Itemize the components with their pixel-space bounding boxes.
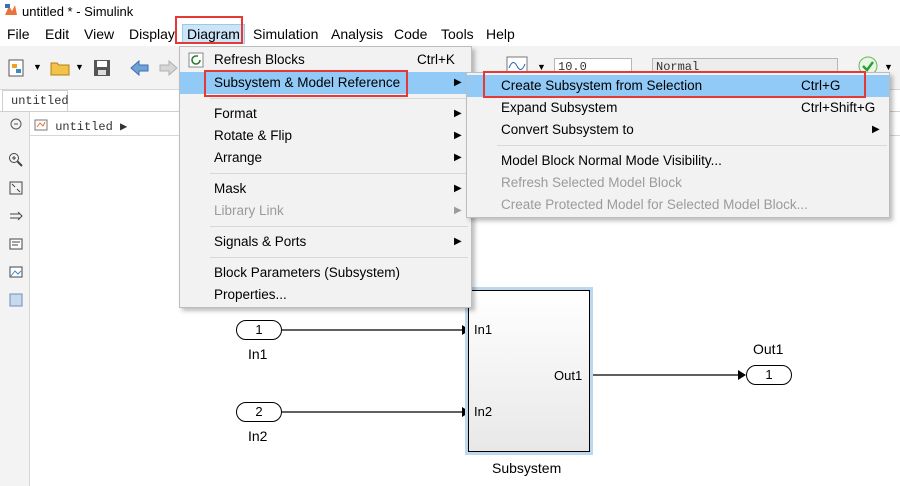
menu-item-mask[interactable]: Mask ▶	[180, 178, 471, 200]
outport-out1[interactable]: 1	[746, 365, 792, 385]
menu-item-refresh-model-block: Refresh Selected Model Block	[501, 175, 682, 190]
inport-in2[interactable]: 2	[236, 402, 282, 422]
menu-separator	[210, 257, 468, 258]
menu-separator	[210, 226, 468, 227]
submenu-arrow-icon: ▶	[872, 124, 880, 135]
scope-dropdown-icon[interactable]: ▼	[537, 62, 546, 72]
submenu-arrow-icon: ▶	[454, 108, 462, 119]
menu-display[interactable]: Display	[129, 26, 175, 42]
area-icon[interactable]	[8, 292, 24, 308]
save-icon[interactable]	[90, 56, 114, 80]
block-palette	[0, 112, 30, 486]
menu-code[interactable]: Code	[394, 26, 427, 42]
arrow-right-icon[interactable]	[8, 208, 24, 224]
menu-item-signals-ports[interactable]: Signals & Ports ▶	[180, 231, 471, 253]
subsystem-label: Subsystem	[492, 460, 562, 476]
menu-item-expand-subsystem[interactable]: Expand Subsystem Ctrl+Shift+G	[467, 97, 889, 119]
submenu-arrow-icon: ▶	[454, 205, 462, 216]
image-icon[interactable]	[8, 264, 24, 280]
subsystem-submenu: Create Subsystem from Selection Ctrl+G E…	[466, 72, 890, 218]
inport-in1[interactable]: 1	[236, 320, 282, 340]
submenu-arrow-icon: ▶	[454, 77, 462, 88]
subsystem-port-out1: Out1	[554, 368, 583, 383]
back-arrow-icon[interactable]	[128, 56, 152, 80]
menu-item-model-block-visibility[interactable]: Model Block Normal Mode Visibility...	[467, 150, 889, 172]
menu-item-create-subsystem[interactable]: Create Subsystem from Selection Ctrl+G	[467, 75, 889, 97]
menu-item-rotate-flip[interactable]: Rotate & Flip ▶	[180, 125, 471, 147]
check-dropdown-icon[interactable]: ▼	[884, 62, 893, 72]
breadcrumb-arrow-icon[interactable]: ▶	[120, 120, 127, 134]
annotation-icon[interactable]	[8, 236, 24, 252]
model-icon	[34, 119, 48, 131]
submenu-arrow-icon: ▶	[454, 183, 462, 194]
subsystem-port-in1: In1	[474, 322, 493, 337]
menu-item-format[interactable]: Format ▶	[180, 103, 471, 125]
breadcrumb-model[interactable]: untitled	[55, 120, 113, 134]
forward-arrow-icon[interactable]	[156, 56, 180, 80]
menu-separator	[497, 145, 887, 146]
menu-simulation[interactable]: Simulation	[253, 26, 318, 42]
simulink-logo-icon	[5, 4, 17, 15]
tab-untitled[interactable]: untitled	[2, 90, 69, 111]
open-folder-icon[interactable]	[48, 56, 72, 80]
menu-separator	[210, 98, 468, 99]
submenu-arrow-icon: ▶	[454, 130, 462, 141]
menu-tools[interactable]: Tools	[441, 26, 474, 42]
breadcrumb[interactable]: untitled ▶	[34, 116, 127, 134]
menu-analysis[interactable]: Analysis	[331, 26, 383, 42]
menu-help[interactable]: Help	[486, 26, 515, 42]
menu-item-create-protected-model: Create Protected Model for Selected Mode…	[501, 197, 808, 212]
submenu-arrow-icon: ▶	[454, 236, 462, 247]
window-title: untitled * - Simulink	[22, 4, 134, 19]
menu-item-library-link: Library Link ▶	[180, 200, 471, 222]
zoom-icon[interactable]	[8, 152, 24, 168]
menu-item-arrange[interactable]: Arrange ▶	[180, 147, 471, 169]
fit-to-view-icon[interactable]	[8, 180, 24, 196]
inport-in1-label: In1	[248, 346, 268, 362]
menu-item-convert-subsystem[interactable]: Convert Subsystem to ▶	[467, 119, 889, 141]
menu-edit[interactable]: Edit	[45, 26, 69, 42]
hide-show-icon[interactable]	[8, 116, 24, 132]
new-dropdown-icon[interactable]: ▼	[33, 62, 42, 72]
open-dropdown-icon[interactable]: ▼	[75, 62, 84, 72]
title-bar: untitled * - Simulink	[0, 0, 900, 22]
menu-item-subsystem-model-reference[interactable]: Subsystem & Model Reference ▶	[180, 72, 471, 94]
new-model-icon[interactable]	[6, 56, 30, 80]
submenu-arrow-icon: ▶	[454, 152, 462, 163]
menu-separator	[210, 173, 468, 174]
menu-diagram[interactable]: Diagram	[182, 24, 245, 44]
subsystem-port-in2: In2	[474, 404, 493, 419]
menu-item-block-parameters[interactable]: Block Parameters (Subsystem)	[180, 262, 471, 284]
inport-in2-label: In2	[248, 428, 268, 444]
diagram-menu: Refresh Blocks Ctrl+K Subsystem & Model …	[179, 46, 472, 308]
menu-item-refresh-blocks[interactable]: Refresh Blocks Ctrl+K	[180, 49, 471, 71]
menu-bar: File Edit View Display Diagram Simulatio…	[0, 22, 900, 46]
menu-view[interactable]: View	[84, 26, 114, 42]
menu-file[interactable]: File	[7, 26, 30, 42]
menu-item-properties[interactable]: Properties...	[180, 284, 471, 306]
outport-out1-label: Out1	[753, 341, 784, 357]
